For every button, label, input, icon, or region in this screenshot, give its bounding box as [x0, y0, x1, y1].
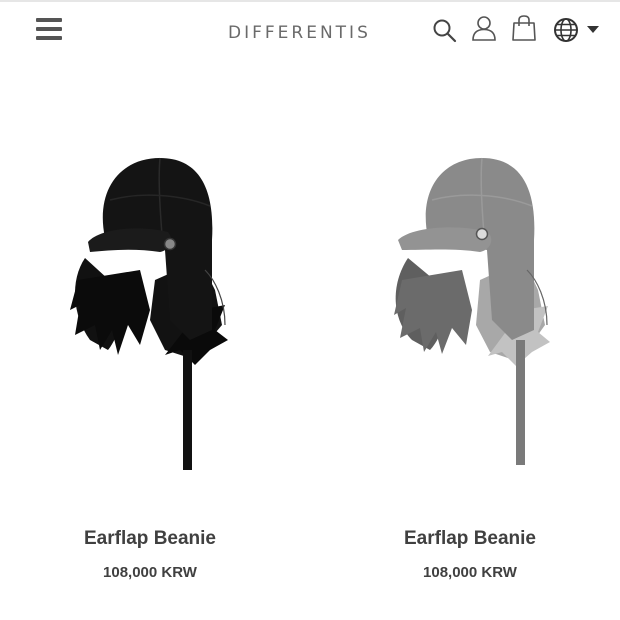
product-card[interactable]: Earflap Beanie 108,000 KRW [0, 140, 300, 581]
product-name[interactable]: Earflap Beanie [0, 528, 300, 550]
search-icon[interactable] [432, 18, 458, 44]
product-price: 108,000 KRW [103, 564, 197, 581]
shopping-bag-icon[interactable] [511, 14, 537, 42]
globe-icon[interactable] [553, 17, 579, 43]
menu-icon[interactable] [36, 18, 62, 40]
product-name[interactable]: Earflap Beanie [320, 528, 620, 550]
brand-logo[interactable]: DIFFERENTIS [228, 23, 371, 43]
product-image-grey-hat[interactable] [320, 140, 620, 480]
user-icon[interactable] [470, 14, 498, 42]
product-card[interactable]: Earflap Beanie 108,000 KRW [320, 140, 620, 581]
product-price: 108,000 KRW [423, 564, 517, 581]
header: DIFFERENTIS [0, 0, 620, 62]
caret-down-icon[interactable] [587, 26, 599, 34]
product-image-black-hat[interactable] [0, 140, 300, 480]
